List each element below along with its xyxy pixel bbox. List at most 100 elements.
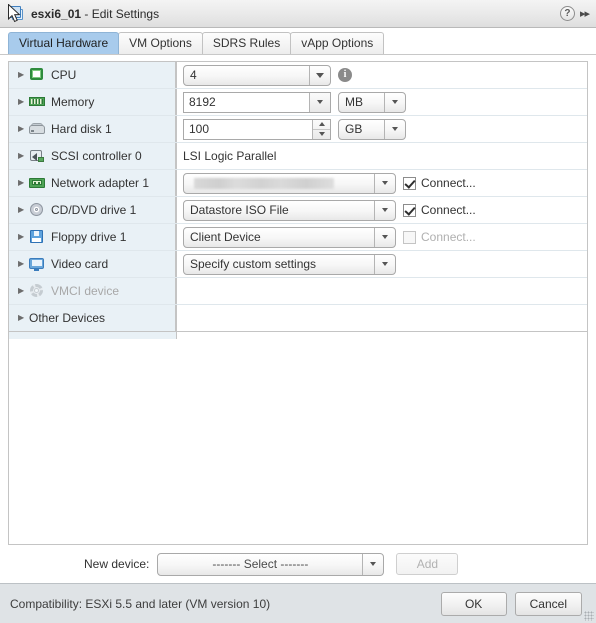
- table-row[interactable]: ▶ Network adapter 1 Connect...: [9, 170, 587, 197]
- table-row[interactable]: ▶ CD/DVD drive 1 Datastore ISO File Conn…: [9, 197, 587, 224]
- help-icon[interactable]: ?: [559, 6, 575, 21]
- ok-button[interactable]: OK: [440, 591, 507, 616]
- new-device-bar: New device: ------- Select ------- Add: [0, 545, 596, 583]
- device-value-cell: 8192 MB: [176, 89, 587, 115]
- table-row[interactable]: ▶ SCSI controller 0 LSI Logic Parallel: [9, 143, 587, 170]
- network-adapter-icon: [29, 176, 45, 190]
- network-adapter-dropdown[interactable]: [183, 172, 396, 194]
- table-row[interactable]: ▶ Floppy drive 1 Client Device Connect..…: [9, 224, 587, 251]
- cancel-button[interactable]: Cancel: [514, 591, 582, 616]
- expand-arrow-icon[interactable]: ▶: [18, 206, 29, 214]
- collapse-chevrons-icon[interactable]: ▸▸: [580, 7, 590, 20]
- video-card-settings-dropdown[interactable]: Specify custom settings: [183, 253, 396, 275]
- chevron-down-icon: [384, 119, 405, 139]
- chevron-down-icon: [374, 254, 395, 274]
- connect-label: Connect...: [421, 203, 476, 217]
- chevron-down-icon[interactable]: [309, 92, 330, 112]
- stepper-down-icon[interactable]: [313, 130, 330, 139]
- titlebar-actions: ? ▸▸: [559, 6, 592, 21]
- title-suffix: Edit Settings: [91, 6, 160, 21]
- memory-unit-dropdown[interactable]: MB: [338, 91, 406, 113]
- device-value-cell: Connect...: [176, 170, 587, 196]
- harddisk-unit-dropdown[interactable]: GB: [338, 118, 406, 140]
- network-connect-checkbox[interactable]: Connect...: [403, 176, 476, 190]
- device-label: Floppy drive 1: [51, 230, 127, 244]
- device-value-cell: LSI Logic Parallel: [176, 143, 587, 169]
- device-value-cell: 100 GB: [176, 116, 587, 142]
- device-name-cell: ▶ SCSI controller 0: [9, 143, 176, 169]
- expand-arrow-icon[interactable]: ▶: [18, 314, 29, 322]
- stepper-up-icon[interactable]: [313, 120, 330, 130]
- tab-virtual-hardware[interactable]: Virtual Hardware: [8, 32, 120, 54]
- tab-vapp-options[interactable]: vApp Options: [290, 32, 385, 54]
- cddvd-connect-checkbox[interactable]: Connect...: [403, 203, 476, 217]
- memory-icon: [29, 95, 45, 109]
- chevron-down-icon: [374, 200, 395, 220]
- device-label: Hard disk 1: [51, 122, 112, 136]
- device-name-cell: ▶ Memory: [9, 89, 176, 115]
- connect-label: Connect...: [421, 230, 476, 244]
- expand-arrow-icon[interactable]: ▶: [18, 260, 29, 268]
- info-icon[interactable]: i: [338, 68, 352, 82]
- chevron-down-icon: [374, 227, 395, 247]
- table-row[interactable]: ▶ Hard disk 1 100 GB: [9, 116, 587, 143]
- chevron-down-icon: [374, 173, 395, 193]
- memory-unit-value: MB: [345, 95, 363, 109]
- cpu-icon: [29, 68, 45, 82]
- cddvd-icon: [29, 203, 45, 217]
- harddisk-icon: [29, 122, 45, 136]
- cpu-count-dropdown[interactable]: 4: [183, 64, 331, 86]
- cddvd-source-dropdown[interactable]: Datastore ISO File: [183, 199, 396, 221]
- resize-grip[interactable]: [584, 611, 594, 621]
- device-label: VMCI device: [51, 284, 120, 298]
- harddisk-size-input[interactable]: 100: [183, 118, 331, 140]
- table-row[interactable]: ▶ VMCI device: [9, 278, 587, 305]
- video-card-icon: [29, 257, 45, 271]
- virtual-machine-icon: [8, 6, 24, 21]
- table-row[interactable]: ▶ Other Devices: [9, 305, 587, 332]
- compatibility-text: Compatibility: ESXi 5.5 and later (VM ve…: [10, 596, 271, 611]
- device-value-cell: [176, 305, 587, 331]
- expand-arrow-icon[interactable]: ▶: [18, 233, 29, 241]
- device-value-cell: Specify custom settings: [176, 251, 587, 277]
- expand-arrow-icon[interactable]: ▶: [18, 179, 29, 187]
- device-value-cell: Datastore ISO File Connect...: [176, 197, 587, 223]
- new-device-selected-value: ------- Select -------: [212, 557, 309, 571]
- expand-arrow-icon[interactable]: ▶: [18, 98, 29, 106]
- footer-buttons: OK Cancel: [440, 591, 586, 616]
- expand-arrow-icon[interactable]: ▶: [18, 152, 29, 160]
- dialog-titlebar: esxi6_01 - Edit Settings ? ▸▸: [0, 0, 596, 28]
- new-device-select[interactable]: ------- Select -------: [157, 552, 385, 576]
- checkbox-icon: [403, 176, 416, 190]
- chevron-down-icon: [384, 92, 405, 112]
- expand-arrow-icon[interactable]: ▶: [18, 71, 29, 79]
- tab-vm-options[interactable]: VM Options: [118, 32, 203, 54]
- device-label: Network adapter 1: [51, 176, 150, 190]
- harddisk-unit-value: GB: [345, 122, 363, 136]
- expand-arrow-icon[interactable]: ▶: [18, 125, 29, 133]
- table-row[interactable]: ▶ Video card Specify custom settings: [9, 251, 587, 278]
- cddvd-source-value: Datastore ISO File: [190, 203, 289, 217]
- device-name-cell: ▶ Hard disk 1: [9, 116, 176, 142]
- device-name-cell: ▶ Floppy drive 1: [9, 224, 176, 250]
- floppy-icon: [29, 230, 45, 244]
- floppy-source-dropdown[interactable]: Client Device: [183, 226, 396, 248]
- title-separator: -: [81, 6, 92, 21]
- scsi-controller-type: LSI Logic Parallel: [183, 149, 277, 163]
- vmci-icon: [29, 284, 45, 298]
- add-device-button[interactable]: Add: [396, 553, 459, 575]
- device-label: CPU: [51, 68, 77, 82]
- dialog-footer: Compatibility: ESXi 5.5 and later (VM ve…: [0, 583, 596, 623]
- edit-settings-dialog: esxi6_01 - Edit Settings ? ▸▸ Virtual Ha…: [0, 0, 596, 623]
- table-row[interactable]: ▶ Memory 8192 MB: [9, 89, 587, 116]
- expand-arrow-icon[interactable]: ▶: [18, 287, 29, 295]
- floppy-source-value: Client Device: [190, 230, 261, 244]
- harddisk-size-value: 100: [184, 119, 312, 139]
- harddisk-size-stepper[interactable]: [312, 119, 330, 139]
- memory-size-input[interactable]: 8192: [183, 91, 331, 113]
- table-row[interactable]: ▶ CPU 4 i: [9, 62, 587, 89]
- dialog-title: esxi6_01 - Edit Settings: [31, 7, 159, 21]
- tab-sdrs-rules[interactable]: SDRS Rules: [201, 32, 292, 54]
- tab-strip: Virtual Hardware VM Options SDRS Rules v…: [0, 28, 596, 55]
- chevron-down-icon: [309, 65, 330, 85]
